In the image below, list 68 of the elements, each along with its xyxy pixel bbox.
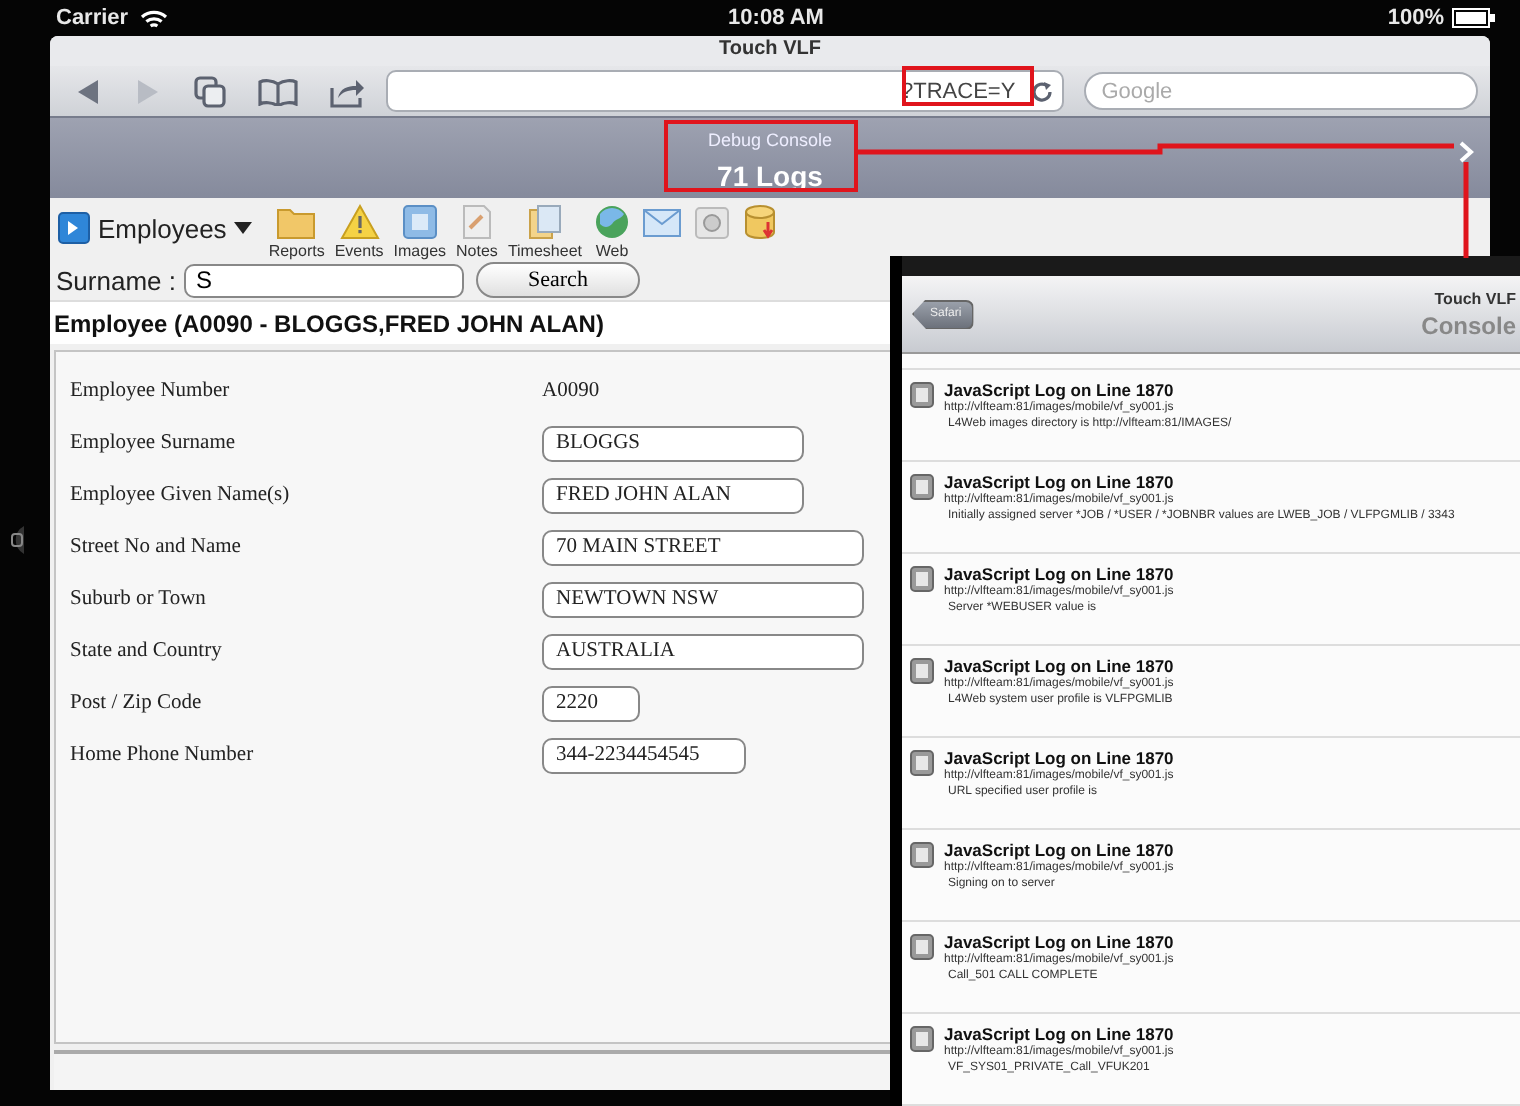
input-field[interactable]: AUSTRALIA (542, 633, 864, 669)
wifi-icon (140, 7, 169, 29)
document-icon (910, 934, 934, 960)
folder-icon (276, 204, 317, 240)
annotation-box (902, 66, 1034, 106)
document-icon (910, 750, 934, 776)
clipboard-icon (524, 204, 565, 240)
search-field[interactable]: Google (1083, 72, 1478, 110)
field-label: State and Country (70, 640, 224, 662)
clock-time: 10:08 AM (728, 6, 824, 30)
input-field[interactable]: 70 MAIN STREET (542, 529, 864, 565)
toolbar-button[interactable] (642, 204, 682, 240)
carrier-name: Carrier (56, 6, 129, 30)
log-title: JavaScript Log on Line 1870 (944, 472, 1176, 492)
log-title: JavaScript Log on Line 1870 (944, 840, 1174, 860)
toolbar-button[interactable]: Reports (268, 204, 325, 260)
envelope-icon (642, 204, 682, 240)
input-field[interactable]: 344-2234454545 (542, 737, 746, 773)
log-title: JavaScript Log on Line 1870 (944, 380, 1176, 400)
log-title: JavaScript Log on Line 1870 (944, 1024, 1174, 1044)
toolbar-button[interactable]: Events (334, 204, 384, 260)
field-label: Home Phone Number (70, 744, 256, 766)
toolbar-button[interactable] (692, 204, 732, 240)
field-label: Employee Number (70, 380, 232, 402)
back-icon[interactable] (74, 77, 102, 105)
toolbar-button[interactable]: Images (393, 204, 447, 260)
log-title: JavaScript Log on Line 1870 (944, 656, 1174, 676)
field-label: Post / Zip Code (70, 692, 204, 714)
battery-icon (1452, 8, 1496, 28)
document-icon (910, 658, 934, 684)
book-icon[interactable] (258, 77, 298, 105)
surname-label: Surname : (56, 265, 176, 295)
field-label: Suburb or Town (70, 588, 208, 610)
field-label: Employee Given Name(s) (70, 484, 292, 506)
warning-icon (339, 204, 380, 240)
document-icon (910, 1026, 934, 1052)
toolbar-button[interactable]: Web (592, 204, 632, 260)
input-field[interactable]: NEWTOWN NSW (542, 581, 864, 617)
field-label: Street No and Name (70, 536, 243, 558)
share-icon[interactable] (330, 75, 366, 107)
field-label: Employee Surname (70, 432, 238, 454)
battery-percent: 100% (1387, 6, 1444, 30)
toolbar-button[interactable]: Timesheet (507, 204, 582, 260)
toolbar-button[interactable]: Notes (456, 204, 498, 260)
input-field[interactable]: 2220 (542, 685, 640, 721)
module-menu[interactable]: Employees (54, 204, 257, 252)
search-button[interactable]: Search (475, 262, 640, 298)
surname-field[interactable]: S (183, 263, 464, 297)
input-field[interactable]: BLOGGS (542, 425, 804, 461)
reload-icon[interactable] (1029, 79, 1054, 103)
module-icon (58, 212, 90, 244)
input-field[interactable]: FRED JOHN ALAN (542, 477, 804, 513)
tabs-icon[interactable] (194, 75, 226, 107)
caret-icon (234, 222, 253, 234)
document-icon (910, 842, 934, 868)
log-title: JavaScript Log on Line 1870 (944, 748, 1174, 768)
address-field[interactable]: ?TRACE=Y (386, 70, 1064, 112)
document-icon (910, 566, 934, 592)
field-value: A0090 (542, 380, 600, 402)
page-title: Touch VLF (50, 36, 1490, 66)
console-title: Debug Console (707, 129, 833, 149)
chevron-icon[interactable] (1458, 140, 1474, 164)
document-icon (910, 382, 934, 408)
globe-icon (592, 204, 632, 240)
log-title: JavaScript Log on Line 1870 (944, 564, 1174, 584)
image-icon (399, 204, 440, 240)
document-icon (910, 474, 934, 500)
log-title: JavaScript Log on Line 1870 (944, 932, 1174, 952)
